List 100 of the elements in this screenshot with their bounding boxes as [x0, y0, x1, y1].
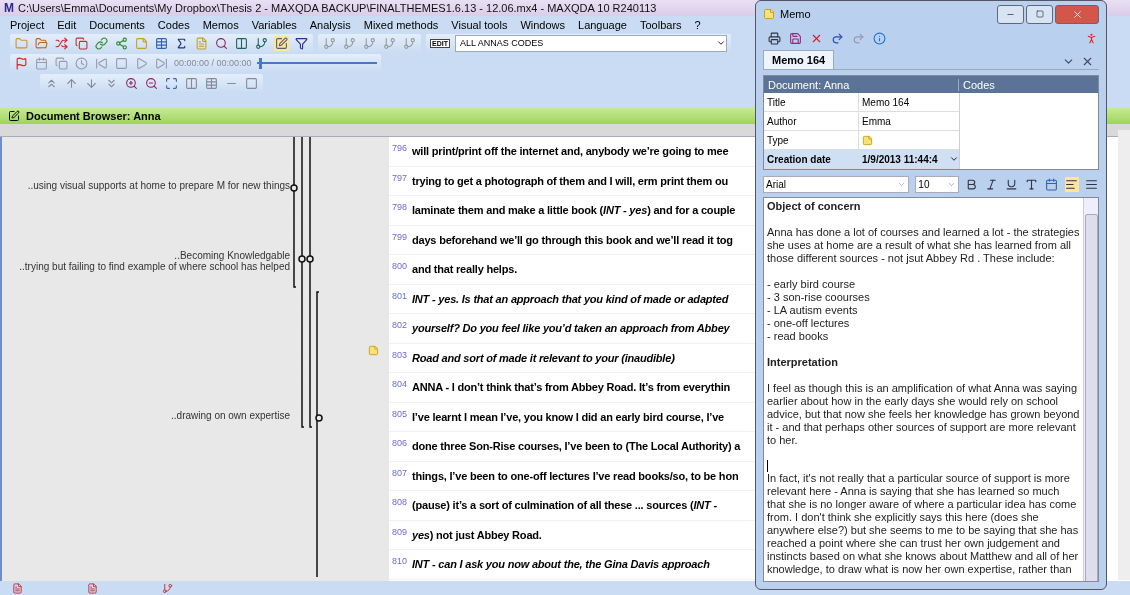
line-number: 809 [391, 526, 409, 537]
code-label: ..using visual supports at home to prepare M for new things [27, 180, 290, 191]
memo-icon [862, 134, 873, 146]
copy-icon[interactable] [74, 35, 89, 51]
shuffle-icon[interactable] [54, 35, 69, 51]
code-icon[interactable] [362, 35, 377, 51]
info-icon[interactable] [872, 30, 887, 46]
fit-icon[interactable] [164, 75, 179, 91]
text-caret [767, 460, 768, 472]
branch-icon[interactable] [254, 35, 269, 51]
list-item: - read books [767, 330, 830, 343]
table-icon[interactable] [154, 35, 169, 51]
calendar-icon[interactable] [34, 55, 49, 71]
line-number: 810 [391, 556, 409, 566]
align-left-icon[interactable] [1064, 176, 1079, 192]
property-row[interactable]: Type [764, 131, 959, 150]
text-line: trying to get a photograph of them and I will, erm print them ou [412, 174, 728, 187]
text-line: and that really helps. [412, 263, 518, 276]
line-number: 803 [391, 349, 409, 360]
clock-icon[interactable] [74, 55, 89, 71]
code-set-dropdown[interactable]: ALL ANNAS CODES [454, 34, 727, 52]
menu-item[interactable]: Documents [89, 18, 145, 31]
save-icon[interactable] [788, 30, 803, 46]
menu-item[interactable]: Edit [57, 18, 77, 31]
text-line: Road and sort of made it relevant to your (inaudible) [412, 351, 675, 364]
line-number: 801 [391, 290, 409, 301]
property-row[interactable]: Title Memo 164 [764, 93, 959, 112]
property-label: Author [764, 112, 859, 130]
edit-icon [8, 109, 20, 122]
text-line: I’ve learnt I mean I’ve, you know I did an early bird course, I’ve [412, 410, 725, 423]
link-icon[interactable] [94, 35, 109, 51]
document-icon[interactable] [194, 35, 209, 51]
note-icon[interactable] [134, 35, 149, 51]
maximize-button[interactable] [1026, 4, 1053, 24]
zoom-in-icon[interactable] [124, 75, 139, 91]
calendar-icon[interactable] [1044, 176, 1059, 192]
minimize-button[interactable] [997, 4, 1024, 24]
size-dropdown[interactable]: 10 [915, 175, 959, 193]
line-number: 806 [391, 438, 409, 448]
text-line: will print/print off the internet and, anybody we’re going to mee [412, 145, 729, 158]
menu-item[interactable]: Visual tools [451, 18, 508, 31]
print-icon[interactable] [767, 30, 782, 46]
slider-thumb[interactable] [258, 57, 262, 69]
document-icon [10, 580, 25, 595]
window-title: C:\Users\Emma\Documents\My Dropbox\Thesis 2 - MAXQDA BACKUP\FINALTHEMES1.6.13 - 12.06.mx4 - MAXQDA 10 R240113 [18, 2, 657, 14]
columns-icon[interactable] [184, 75, 199, 91]
panel-title: Document Browser: Anna [26, 109, 161, 122]
memo-heading: Interpretation [767, 356, 839, 369]
copy-icon[interactable] [54, 55, 69, 71]
zoom-out-icon[interactable] [144, 75, 159, 91]
date-field[interactable]: 1/9/2013 11:44:4 [859, 153, 959, 165]
menu-item[interactable]: Language [578, 18, 627, 31]
memo-tab[interactable]: Memo 164 [763, 50, 835, 69]
line-number: 796 [391, 143, 409, 153]
font-dropdown[interactable]: Arial [763, 175, 910, 193]
filter-icon[interactable] [294, 35, 309, 51]
maximize-icon [1035, 10, 1044, 18]
code-icon[interactable] [402, 35, 417, 51]
memo-editor[interactable] [763, 197, 1099, 582]
code-label: ..Becoming Knowledgable [174, 250, 290, 261]
text-line: INT - can I ask you now about the, the Gina Davis approach [412, 558, 710, 571]
menu-item[interactable]: Windows [520, 18, 565, 31]
menu-item[interactable]: Mixed methods [363, 18, 439, 31]
property-row[interactable]: Creation date 1/9/2013 11:44:4 [764, 150, 959, 169]
menu-item[interactable]: Memos [202, 18, 239, 31]
document-icon [85, 580, 100, 595]
text-line: (pause) it’s a sort of culmination of all these ... sources (INT - [412, 499, 717, 512]
menu-item[interactable]: ? [694, 18, 701, 31]
folder-icon[interactable] [14, 35, 29, 51]
line-number: 800 [391, 261, 409, 271]
grid-icon[interactable] [204, 75, 219, 91]
line-number: 798 [391, 202, 409, 212]
folder-icon[interactable] [34, 35, 49, 51]
columns-icon[interactable] [234, 35, 249, 51]
column-header: Codes [962, 78, 996, 91]
text-line: yes) not just Abbey Road. [412, 528, 542, 541]
text-line: days beforehand we’ll go through this book and we’ll read it tog [412, 233, 733, 246]
menu-item[interactable]: Toolbars [639, 18, 682, 31]
text-line: laminate them and make a little book (INT - yes) and for a couple [412, 204, 736, 217]
menu-item[interactable]: Variables [251, 18, 297, 31]
code-icon[interactable] [322, 35, 337, 51]
edit-icon[interactable] [274, 35, 289, 51]
close-button[interactable] [1055, 4, 1099, 24]
menu-item[interactable]: Codes [157, 18, 190, 31]
code-icon[interactable] [342, 35, 357, 51]
note-icon [763, 8, 775, 20]
line-number: 808 [391, 497, 409, 507]
menu-item[interactable]: Project [10, 18, 45, 31]
app-logo: M [4, 1, 14, 15]
scrollbar[interactable] [1118, 130, 1130, 580]
text-line: INT - yes. Is that an approach that you kind of made or adapted [412, 292, 729, 305]
code-icon[interactable] [382, 35, 397, 51]
property-label: Creation date [764, 150, 859, 168]
menu-item[interactable]: Analysis [309, 18, 351, 31]
flag-icon[interactable] [14, 55, 29, 71]
network-icon[interactable] [114, 35, 129, 51]
page-icon[interactable] [244, 75, 259, 91]
search-icon[interactable] [214, 35, 229, 51]
scrollbar[interactable] [1083, 198, 1098, 581]
property-row[interactable]: Author Emma [764, 112, 959, 131]
